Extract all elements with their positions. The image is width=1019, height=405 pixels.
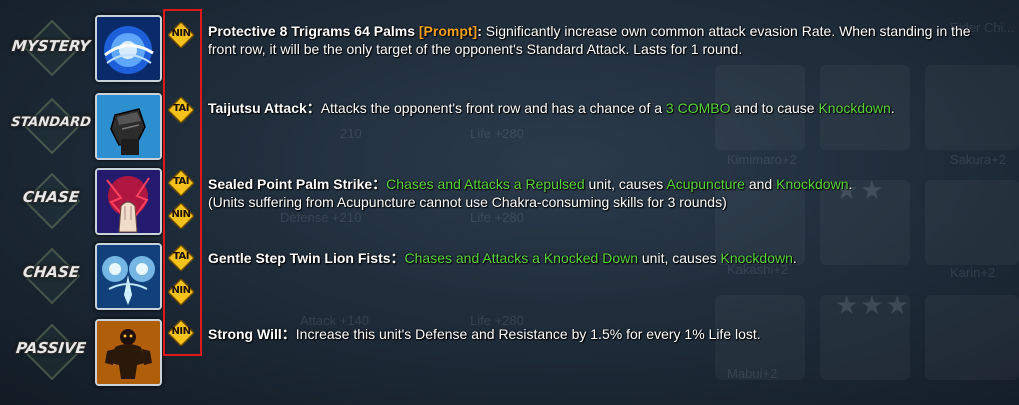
skill-name: Taijutsu Attack: [208, 100, 307, 116]
skill-name: Sealed Point Palm Strike: [208, 176, 373, 192]
skill-name: Protective 8 Trigrams 64 Palms: [208, 23, 415, 39]
twin-lion-fists-icon[interactable]: [95, 243, 162, 310]
skill-description: Taijutsu Attack：Attacks the opponent's f…: [208, 100, 895, 116]
skill-type-label: CHASE: [21, 263, 81, 281]
skill-type-label: MYSTERY: [10, 37, 91, 55]
skill-description: Sealed Point Palm Strike：Chases and Atta…: [208, 176, 853, 210]
strong-will-icon[interactable]: [95, 319, 162, 386]
skill-type-label: STANDARD: [10, 115, 92, 130]
knockdown-highlight: Knockdown: [818, 100, 891, 116]
chase-condition-highlight: Chases and Attacks a Repulsed: [386, 176, 585, 192]
skill-row-standard[interactable]: STANDARD TAI Taijutsu Attack：Attacks the…: [0, 92, 1019, 160]
acupuncture-highlight: Acupuncture: [666, 176, 745, 192]
skill-footnote: (Units suffering from Acupuncture cannot…: [208, 194, 727, 210]
skill-name: Strong Will: [208, 326, 282, 342]
skill-effect-text: Increase this unit's Defense and Resista…: [295, 326, 761, 342]
sealed-point-strike-icon[interactable]: [95, 168, 162, 235]
chase-condition-highlight: Chases and Attacks a Knocked Down: [404, 250, 638, 266]
prompt-tag: [Prompt]: [418, 23, 478, 39]
knockdown-highlight: Knockdown: [720, 250, 793, 266]
combo-highlight: 3 COMBO: [665, 100, 731, 116]
skill-description: Protective 8 Trigrams 64 Palms [Prompt]:…: [208, 23, 971, 57]
eight-trigrams-palm-icon[interactable]: [95, 15, 162, 82]
skill-type-label: CHASE: [21, 188, 81, 206]
skill-type-label: PASSIVE: [15, 339, 87, 357]
skill-description: Strong Will：Increase this unit's Defense…: [208, 326, 761, 342]
skill-row-passive[interactable]: PASSIVE NIN Strong Will：Increase this un…: [0, 318, 1019, 386]
knockdown-highlight: Knockdown: [776, 176, 849, 192]
gloved-fist-icon[interactable]: [95, 93, 162, 160]
skill-name: Gentle Step Twin Lion Fists: [208, 250, 391, 266]
chakra-column-highlight: [163, 9, 202, 356]
skill-row-chase-1[interactable]: CHASE TAI NIN Sealed Point Palm Strike：C…: [0, 167, 1019, 235]
skill-row-chase-2[interactable]: CHASE TAI NIN Gentle Step Twin Lion Fist…: [0, 242, 1019, 310]
skill-description: Gentle Step Twin Lion Fists：Chases and A…: [208, 250, 797, 266]
skill-row-mystery[interactable]: MYSTERY NIN Protective 8 Trigrams 64 Pal…: [0, 14, 1019, 82]
